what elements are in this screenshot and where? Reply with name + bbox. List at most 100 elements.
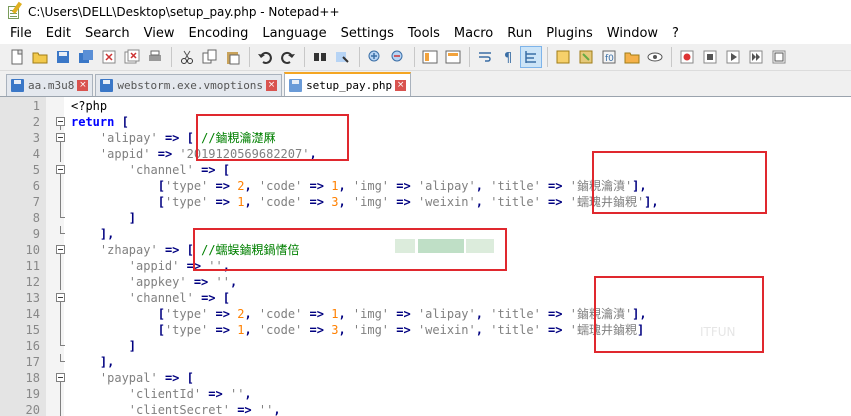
code-token: =>: [215, 323, 230, 337]
fold-toggle-icon[interactable]: [56, 114, 65, 130]
code-token: 'type': [164, 195, 209, 209]
run-macro-multiple-button[interactable]: [745, 46, 767, 68]
close-tab-icon[interactable]: ×: [395, 79, 407, 91]
code-line[interactable]: 6 ['type' => 2, 'code' => 1, 'img' => 'a…: [0, 178, 851, 194]
line-number: 19: [25, 387, 40, 401]
replace-button[interactable]: [332, 46, 354, 68]
code-line[interactable]: 3 'alipay' => [ //鏀粯瀹濋厤: [0, 130, 851, 146]
code-line[interactable]: 7 ['type' => 1, 'code' => 3, 'img' => 'w…: [0, 194, 851, 210]
close-all-button[interactable]: [121, 46, 143, 68]
code-token: '': [215, 275, 230, 289]
toolbar: ¶ f0: [0, 44, 851, 71]
menu-macro[interactable]: Macro: [448, 26, 501, 41]
fold-toggle-icon[interactable]: [56, 290, 65, 306]
menu-window[interactable]: Window: [601, 26, 666, 41]
code-line[interactable]: 1 <?php: [0, 98, 851, 114]
paste-button[interactable]: [222, 46, 244, 68]
code-line[interactable]: 4 'appid' => '2019120569682207',: [0, 146, 851, 162]
sync-vertical-button[interactable]: [419, 46, 441, 68]
save-macro-button[interactable]: [768, 46, 790, 68]
menu-language[interactable]: Language: [256, 26, 334, 41]
code-token: ,: [338, 307, 346, 321]
code-line[interactable]: 11 'appid' => '',: [0, 258, 851, 274]
menu-run[interactable]: Run: [501, 26, 540, 41]
code-text: ['type' => 2, 'code' => 1, 'img' => 'ali…: [71, 178, 647, 194]
code-token: [: [186, 371, 194, 385]
code-line[interactable]: 14 ['type' => 2, 'code' => 1, 'img' => '…: [0, 306, 851, 322]
doc-map-button[interactable]: [575, 46, 597, 68]
code-token: 'code': [258, 323, 303, 337]
code-token: <?php: [71, 99, 108, 113]
indent-guide-button[interactable]: [520, 46, 542, 68]
folder-workspace-button[interactable]: [621, 46, 643, 68]
menu-settings[interactable]: Settings: [335, 26, 402, 41]
code-editor[interactable]: 1 <?php 2 return [3 'alipay' => [ //鏀粯瀹濋厤 4 …: [0, 97, 851, 416]
svg-text:f0: f0: [605, 54, 614, 64]
code-token: ,: [244, 307, 252, 321]
save-button[interactable]: [52, 46, 74, 68]
menu-edit[interactable]: Edit: [40, 26, 79, 41]
close-button[interactable]: [98, 46, 120, 68]
show-all-chars-button[interactable]: ¶: [497, 46, 519, 68]
redo-icon: [281, 51, 295, 64]
zoom-in-button[interactable]: [364, 46, 386, 68]
code-token: ]: [128, 211, 137, 225]
menu-plugins[interactable]: Plugins: [540, 26, 601, 41]
fold-toggle-icon[interactable]: [56, 242, 65, 258]
zoom-out-button[interactable]: [387, 46, 409, 68]
code-line[interactable]: 5 'channel' => [: [0, 162, 851, 178]
menu-search[interactable]: Search: [79, 26, 138, 41]
stop-record-button[interactable]: [699, 46, 721, 68]
fold-toggle-icon[interactable]: [56, 130, 65, 146]
menu-encoding[interactable]: Encoding: [182, 26, 256, 41]
menu-tools[interactable]: Tools: [402, 26, 448, 41]
save-all-button[interactable]: [75, 46, 97, 68]
code-line[interactable]: 2 return [: [0, 114, 851, 130]
user-lang-button[interactable]: [552, 46, 574, 68]
menu-help[interactable]: ?: [666, 26, 687, 41]
undo-button[interactable]: [254, 46, 276, 68]
monitor-button[interactable]: [644, 46, 666, 68]
code-token: [: [222, 291, 230, 305]
tab-aa-m3u8[interactable]: aa.m3u8 ×: [6, 74, 94, 96]
new-file-button[interactable]: [6, 46, 28, 68]
word-wrap-button[interactable]: [474, 46, 496, 68]
open-file-button[interactable]: [29, 46, 51, 68]
sync-horizontal-button[interactable]: [442, 46, 464, 68]
code-line[interactable]: 13 'channel' => [: [0, 290, 851, 306]
code-line[interactable]: 16 ]: [0, 338, 851, 354]
record-macro-button[interactable]: [676, 46, 698, 68]
code-line[interactable]: 20 'clientSecret' => '',: [0, 402, 851, 416]
tab-setup-pay-php[interactable]: setup_pay.php ×: [284, 72, 412, 96]
print-button[interactable]: [144, 46, 166, 68]
code-text: ],: [71, 354, 114, 370]
code-line[interactable]: 18 'paypal' => [: [0, 370, 851, 386]
menu-file[interactable]: File: [4, 26, 40, 41]
copy-button[interactable]: [199, 46, 221, 68]
code-token: 'alipay': [417, 307, 476, 321]
play-macro-button[interactable]: [722, 46, 744, 68]
find-button[interactable]: [309, 46, 331, 68]
redo-button[interactable]: [277, 46, 299, 68]
tab-webstorm-exe-vmoptions[interactable]: webstorm.exe.vmoptions ×: [95, 74, 283, 96]
code-line[interactable]: 19 'clientId' => '',: [0, 386, 851, 402]
menu-view[interactable]: View: [138, 26, 183, 41]
code-token: [: [157, 195, 165, 209]
code-line[interactable]: 17 ],: [0, 354, 851, 370]
close-tab-icon[interactable]: ×: [77, 80, 89, 91]
fold-toggle-icon[interactable]: [56, 370, 65, 386]
save-icon: [57, 51, 69, 63]
code-line[interactable]: 12 'appkey' => '',: [0, 274, 851, 290]
code-token: ],: [632, 307, 647, 321]
code-line[interactable]: 8 ]: [0, 210, 851, 226]
fold-end-marker: [56, 338, 65, 354]
fold-guide: [56, 322, 65, 338]
function-list-button[interactable]: f0: [598, 46, 620, 68]
cut-button[interactable]: [176, 46, 198, 68]
close-tab-icon[interactable]: ×: [266, 80, 278, 91]
fold-toggle-icon[interactable]: [56, 162, 65, 178]
fold-guide: [56, 386, 65, 402]
